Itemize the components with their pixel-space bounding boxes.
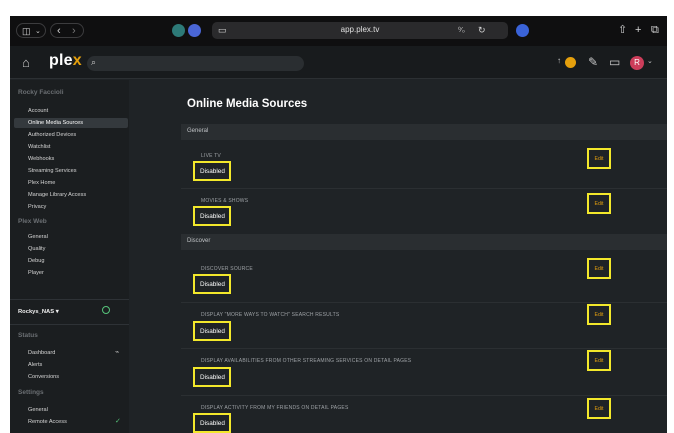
activity-count[interactable]: ↑ [557, 56, 561, 65]
address-bar[interactable]: ▭ app.plex.tv ⁰⁄₀ ↻ [212, 22, 508, 39]
forward-arrow-icon[interactable]: › [72, 25, 76, 37]
section-label: Discover [187, 238, 211, 244]
premium-icon[interactable] [565, 57, 576, 68]
sidebar-item-authorized-devices[interactable]: Authorized Devices [28, 132, 76, 138]
chevron-down-icon[interactable]: ⌄ [647, 57, 653, 65]
page-title: Online Media Sources [187, 98, 308, 110]
edit-label: Edit [594, 312, 604, 318]
sidebar-item-manage-library-access[interactable]: Manage Library Access [28, 192, 86, 198]
edit-label: Edit [594, 266, 604, 272]
back-arrow-icon[interactable]: ‹ [57, 25, 61, 37]
sidebar-item-conversions[interactable]: Conversions [28, 374, 59, 380]
edit-label: Edit [594, 156, 604, 162]
status-text: Disabled [200, 168, 225, 175]
status-text: Disabled [200, 328, 225, 335]
sidebar-item-online-media-sources[interactable]: Online Media Sources [28, 120, 83, 126]
sidebar-toggle-button[interactable]: ◫ ⌄ [16, 23, 46, 38]
new-tab-icon[interactable]: + [635, 24, 641, 36]
logo-accent-letter: x [72, 52, 82, 69]
sidebar-item-quality[interactable]: Quality [28, 246, 45, 252]
setting-title-live-tv: LIVE TV [201, 153, 221, 159]
share-icon[interactable]: ⇧ [618, 24, 627, 36]
sidebar-heading-plex-web: Plex Web [18, 218, 47, 225]
edit-friends-activity-button[interactable]: Edit [587, 398, 611, 419]
server-status-icon [102, 306, 110, 314]
server-name: Rockys_NAS ▾ [18, 309, 59, 315]
extension-icon[interactable] [516, 24, 529, 37]
divider [181, 395, 667, 396]
activity-pulse-icon: ⌁ [115, 349, 120, 356]
settings-sidebar: Rocky Faccioli Account Online Media Sour… [10, 80, 129, 433]
checkmark-icon: ✓ [115, 418, 121, 425]
status-text: Disabled [200, 420, 225, 427]
app-header: ⌂ plex ⌕ ↑ ✎ ▭ R ⌄ [10, 46, 667, 79]
plex-logo[interactable]: plex [49, 52, 82, 70]
translate-icon[interactable]: ⁰⁄₀ [458, 25, 465, 37]
setting-value-friends-activity: Disabled [193, 413, 231, 433]
setting-value-more-ways-to-watch: Disabled [193, 321, 231, 341]
chevron-down-icon: ⌄ [35, 28, 41, 35]
cast-icon[interactable]: ▭ [609, 55, 620, 69]
setting-value-discover-source: Disabled [193, 274, 231, 294]
tab-favicon-icon[interactable] [172, 24, 185, 37]
edit-label: Edit [594, 358, 604, 364]
sidebar-icon: ◫ [22, 26, 31, 36]
settings-wrench-icon[interactable]: ✎ [588, 55, 598, 69]
logo-text: plex [49, 52, 82, 69]
edit-movies-shows-button[interactable]: Edit [587, 193, 611, 214]
section-general: General [181, 124, 667, 140]
setting-title-friends-activity: DISPLAY ACTIVITY FROM MY FRIENDS ON DETA… [201, 405, 349, 411]
sidebar-item-streaming-services[interactable]: Streaming Services [28, 168, 77, 174]
sidebar-item-alerts[interactable]: Alerts [28, 362, 42, 368]
nav-buttons: ‹ › [50, 23, 84, 38]
server-selector[interactable]: Rockys_NAS ▾ [10, 299, 129, 325]
sidebar-item-webhooks[interactable]: Webhooks [28, 156, 54, 162]
setting-value-movies-shows: Disabled [193, 206, 231, 226]
sidebar-user-heading: Rocky Faccioli [18, 89, 64, 96]
sidebar-item-dashboard[interactable]: Dashboard [28, 350, 55, 356]
edit-more-ways-to-watch-button[interactable]: Edit [587, 304, 611, 325]
sidebar-item-debug[interactable]: Debug [28, 258, 44, 264]
edit-label: Edit [594, 406, 604, 412]
setting-value-availabilities: Disabled [193, 367, 231, 387]
status-text: Disabled [200, 213, 225, 220]
sidebar-heading-settings: Settings [18, 389, 44, 396]
setting-title-availabilities: DISPLAY AVAILABILITIES FROM OTHER STREAM… [201, 358, 412, 364]
sidebar-item-watchlist[interactable]: Watchlist [28, 144, 50, 150]
sidebar-item-player[interactable]: Player [28, 270, 44, 276]
avatar[interactable]: R [630, 56, 644, 70]
tab-favicon-icon[interactable] [188, 24, 201, 37]
sidebar-item-privacy[interactable]: Privacy [28, 204, 46, 210]
divider [181, 302, 667, 303]
home-icon[interactable]: ⌂ [22, 55, 30, 70]
reload-icon[interactable]: ↻ [478, 24, 486, 36]
section-label: General [187, 128, 209, 134]
sidebar-item-general[interactable]: General [28, 234, 48, 240]
browser-toolbar: ◫ ⌄ ‹ › ▭ app.plex.tv ⁰⁄₀ ↻ ⇧ + ⧉ [10, 16, 667, 46]
edit-live-tv-button[interactable]: Edit [587, 148, 611, 169]
edit-availabilities-button[interactable]: Edit [587, 350, 611, 371]
sidebar-item-settings-general[interactable]: General [28, 407, 48, 413]
divider [181, 188, 667, 189]
divider [181, 348, 667, 349]
main-content: Online Media Sources General LIVE TV Dis… [129, 80, 667, 433]
tab-overview-icon[interactable]: ⧉ [651, 24, 659, 36]
setting-title-movies-shows: MOVIES & SHOWS [201, 198, 249, 204]
browser-window: ◫ ⌄ ‹ › ▭ app.plex.tv ⁰⁄₀ ↻ ⇧ + ⧉ ⌂ plex… [10, 16, 667, 433]
section-discover: Discover [181, 234, 667, 250]
search-icon: ⌕ [91, 57, 97, 67]
sidebar-item-account[interactable]: Account [28, 108, 48, 114]
status-text: Disabled [200, 281, 225, 288]
setting-title-more-ways-to-watch: DISPLAY "MORE WAYS TO WATCH" SEARCH RESU… [201, 312, 340, 318]
setting-title-discover-source: DISCOVER SOURCE [201, 266, 253, 272]
sidebar-item-plex-home[interactable]: Plex Home [28, 180, 55, 186]
edit-discover-source-button[interactable]: Edit [587, 258, 611, 279]
status-text: Disabled [200, 374, 225, 381]
edit-label: Edit [594, 201, 604, 207]
setting-value-live-tv: Disabled [193, 161, 231, 181]
search-input[interactable]: ⌕ [87, 56, 304, 71]
sidebar-item-remote-access[interactable]: Remote Access [28, 419, 67, 425]
sidebar-heading-status: Status [18, 332, 38, 339]
